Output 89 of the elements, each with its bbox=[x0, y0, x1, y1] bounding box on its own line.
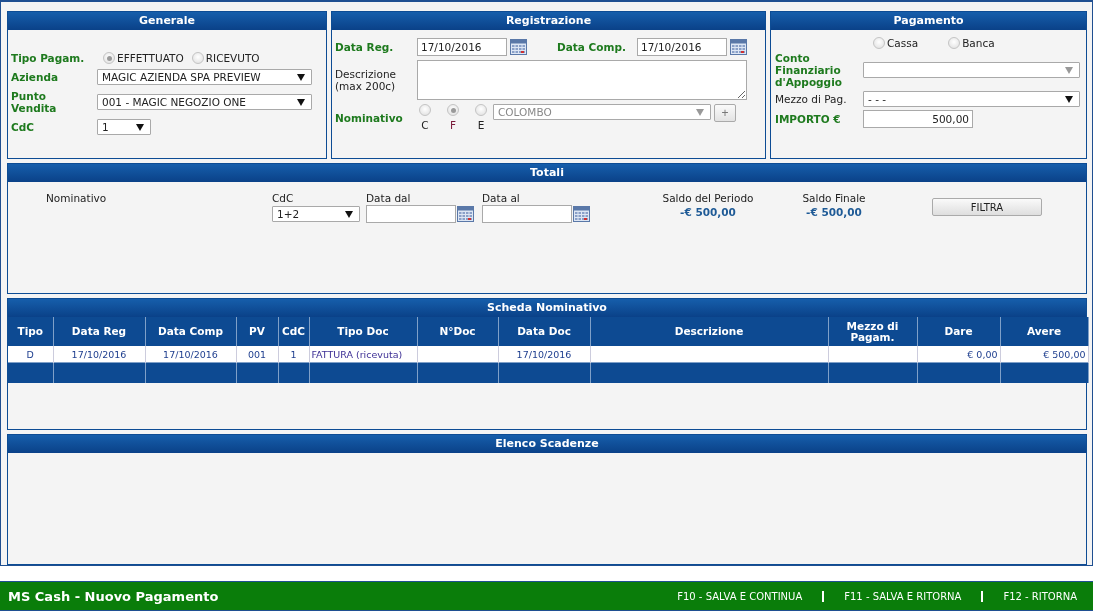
mezzo-select[interactable]: - - - bbox=[863, 91, 1080, 107]
conto-select[interactable] bbox=[863, 62, 1080, 78]
radio-label: Cassa bbox=[887, 37, 919, 49]
column-header[interactable]: Data Reg bbox=[53, 317, 145, 347]
table-cell: 17/10/2016 bbox=[145, 346, 236, 363]
shortcut-link[interactable]: F10 - SALVA E CONTINUA bbox=[657, 590, 823, 602]
panel-title: Pagamento bbox=[771, 12, 1086, 30]
field-label: Data al bbox=[482, 192, 521, 204]
radio-option[interactable]: Banca bbox=[948, 37, 995, 49]
column-header[interactable]: N°Doc bbox=[417, 317, 498, 347]
column-header[interactable]: Data Comp bbox=[145, 317, 236, 347]
radio-option[interactable]: EFFETTUATO bbox=[103, 52, 184, 64]
radio-button[interactable] bbox=[873, 37, 885, 49]
field-label: Nominativo bbox=[46, 192, 108, 204]
calendar-icon[interactable] bbox=[730, 39, 747, 55]
caret-icon bbox=[696, 108, 704, 116]
field-label: Descrizione (max 200c) bbox=[335, 68, 397, 92]
field-label: Data Reg. bbox=[335, 41, 395, 53]
column-header[interactable]: Tipo Doc bbox=[309, 317, 417, 347]
radio-label: C bbox=[421, 119, 429, 131]
date-field[interactable]: 17/10/2016 bbox=[417, 38, 507, 56]
balance-value: -€ 500,00 bbox=[680, 206, 736, 218]
field-label: Conto Finanziario d'Appoggio bbox=[775, 52, 843, 88]
calendar-icon[interactable] bbox=[457, 206, 474, 222]
field-label: IMPORTO € bbox=[775, 113, 842, 125]
radio-label: E bbox=[477, 119, 485, 131]
field-label: Saldo del Periodo bbox=[662, 192, 754, 204]
radio-option[interactable]: RICEVUTO bbox=[191, 52, 260, 64]
radio-option[interactable]: Cassa bbox=[873, 37, 919, 49]
date-field[interactable] bbox=[366, 205, 456, 223]
field-label: Punto Vendita bbox=[11, 90, 58, 114]
field-label: Data Comp. bbox=[557, 41, 627, 53]
azienda-select[interactable]: MAGIC AZIENDA SPA PREVIEW bbox=[97, 69, 312, 85]
column-header[interactable]: Avere bbox=[1000, 317, 1088, 347]
column-header[interactable]: PV bbox=[236, 317, 278, 347]
panel-title: Elenco Scadenze bbox=[8, 434, 1086, 453]
column-header[interactable]: Data Doc bbox=[498, 317, 590, 347]
panel-title: Registrazione bbox=[332, 12, 765, 30]
field-label: CdC bbox=[11, 121, 35, 133]
column-header[interactable]: Dare bbox=[917, 317, 1000, 347]
filter-button[interactable]: FILTRA bbox=[932, 198, 1042, 216]
cdc-select[interactable]: 1+2 bbox=[272, 206, 360, 222]
field-label: Tipo Pagam. bbox=[11, 52, 86, 64]
table-cell: 1 bbox=[278, 346, 309, 363]
field-label: Saldo Finale bbox=[802, 192, 866, 204]
caret-icon bbox=[297, 73, 305, 81]
caret-icon bbox=[1065, 66, 1073, 74]
date-field[interactable] bbox=[482, 205, 572, 223]
date-field[interactable]: 17/10/2016 bbox=[637, 38, 727, 56]
table-cell: FATTURA (ricevuta) bbox=[309, 346, 417, 363]
caret-icon bbox=[345, 210, 353, 218]
panel-title: Scheda Nominativo bbox=[8, 299, 1086, 318]
amount-field[interactable]: 500,00 bbox=[863, 110, 973, 128]
footer-title: MS Cash - Nuovo Pagamento bbox=[8, 588, 220, 604]
caret-icon bbox=[297, 98, 305, 106]
field-label: Azienda bbox=[11, 71, 60, 83]
shortcut-link[interactable]: F11 - SALVA E RITORNA bbox=[822, 590, 982, 602]
radio-button[interactable] bbox=[191, 52, 204, 64]
balance-value: -€ 500,00 bbox=[806, 206, 862, 218]
table-cell: 17/10/2016 bbox=[498, 346, 590, 363]
cdc-select[interactable]: 1 bbox=[97, 119, 151, 135]
column-header[interactable]: Mezzo di Pagam. bbox=[828, 317, 917, 347]
field-label: CdC bbox=[272, 192, 295, 204]
field-label: Nominativo bbox=[335, 112, 404, 124]
panel-title: Totali bbox=[8, 164, 1086, 182]
column-header[interactable]: Tipo bbox=[8, 317, 53, 347]
caret-icon bbox=[136, 123, 144, 131]
column-header[interactable]: CdC bbox=[278, 317, 309, 347]
description-field[interactable] bbox=[417, 60, 747, 100]
table-cell: € 0,00 bbox=[917, 346, 1000, 363]
radio-button[interactable] bbox=[103, 52, 115, 64]
punto-vendita-select[interactable]: 001 - MAGIC NEGOZIO ONE bbox=[97, 94, 312, 110]
column-header[interactable]: Descrizione bbox=[590, 317, 828, 347]
table-cell: 001 bbox=[236, 346, 278, 363]
shortcut-link[interactable]: F12 - RITORNA bbox=[981, 590, 1077, 602]
caret-icon bbox=[1065, 95, 1073, 103]
radio-label: RICEVUTO bbox=[205, 52, 260, 64]
radio-button[interactable] bbox=[948, 37, 961, 49]
field-label: Mezzo di Pag. bbox=[775, 93, 848, 105]
field-label: Data dal bbox=[366, 192, 412, 204]
table-cell: 17/10/2016 bbox=[53, 346, 145, 363]
calendar-icon[interactable] bbox=[510, 39, 527, 55]
radio-label: EFFETTUATO bbox=[117, 52, 184, 64]
radio-label: F bbox=[449, 119, 456, 131]
table-cell: € 500,00 bbox=[1000, 346, 1088, 363]
radio-label: Banca bbox=[962, 37, 995, 49]
panel-title: Generale bbox=[8, 12, 326, 30]
calendar-icon[interactable] bbox=[573, 206, 590, 222]
table-cell: D bbox=[8, 346, 53, 363]
